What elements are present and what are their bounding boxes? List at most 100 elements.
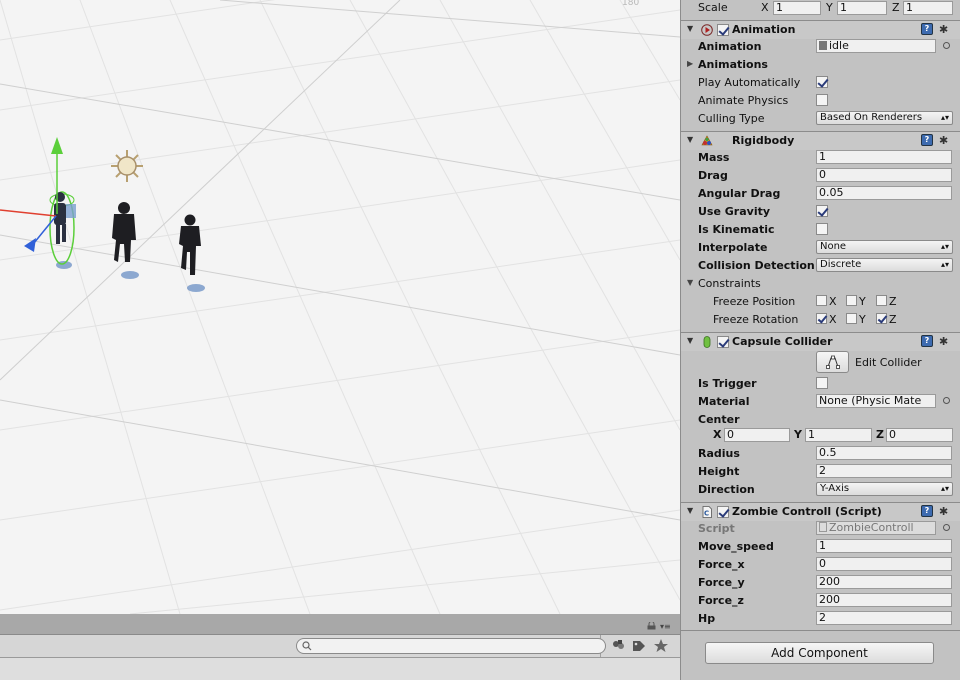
direction-value: Y-Axis (820, 483, 850, 494)
freeze-rotation-y-checkbox[interactable] (846, 313, 857, 324)
culling-type-label: Culling Type (698, 112, 765, 125)
hp-label: Hp (698, 612, 716, 625)
script-file-icon (819, 522, 827, 532)
angular-drag-row: Angular Drag 0.05 (681, 185, 960, 203)
script-enabled-checkbox[interactable] (717, 506, 729, 518)
gear-icon[interactable]: ✱ (939, 134, 948, 147)
culling-type-dropdown[interactable]: Based On Renderers ▴▾ (816, 111, 953, 125)
transform-scale-row: Scale X 1 Y 1 Z 1 (681, 0, 960, 18)
freeze-position-x-checkbox[interactable] (816, 295, 827, 306)
help-icon[interactable]: ? (921, 134, 933, 146)
help-icon[interactable]: ? (921, 505, 933, 517)
gear-icon[interactable]: ✱ (939, 335, 948, 348)
height-field[interactable]: 2 (816, 464, 952, 478)
scale-x-field[interactable]: 1 (773, 1, 821, 15)
force-y-field[interactable]: 200 (816, 575, 952, 589)
lock-icon[interactable] (647, 622, 656, 630)
hp-field[interactable]: 2 (816, 611, 952, 625)
foldout-arrow-icon[interactable]: ▼ (687, 24, 693, 33)
help-icon[interactable]: ? (921, 23, 933, 35)
hp-row: Hp 2 (681, 610, 960, 628)
freeze-rotation-label: Freeze Rotation (713, 313, 799, 326)
scale-y-field[interactable]: 1 (837, 1, 887, 15)
angular-drag-field[interactable]: 0.05 (816, 186, 952, 200)
freeze-rotation-z-checkbox[interactable] (876, 313, 887, 324)
animation-component-header[interactable]: ▼ Animation ? ✱ (681, 20, 960, 39)
freeze-rotation-y-label: Y (859, 313, 866, 326)
angular-drag-label: Angular Drag (698, 187, 781, 200)
center-x-field[interactable]: 0 (724, 428, 790, 442)
material-field[interactable]: None (Physic Mate (816, 394, 936, 408)
animation-clip-label: Animation (698, 40, 762, 53)
console-search-input[interactable] (296, 638, 606, 654)
collision-detection-label: Collision Detection (698, 259, 815, 272)
foldout-right-icon[interactable]: ▶ (687, 59, 693, 68)
foldout-arrow-icon[interactable]: ▼ (687, 278, 693, 287)
constraints-row[interactable]: ▼ Constraints (681, 275, 960, 293)
foldout-arrow-icon[interactable]: ▼ (687, 135, 693, 144)
scale-z-field[interactable]: 1 (903, 1, 953, 15)
filter-by-type-icon[interactable] (610, 637, 628, 653)
rigidbody-component-header[interactable]: ▼ Rigidbody ? ✱ (681, 131, 960, 150)
foldout-arrow-icon[interactable]: ▼ (687, 336, 693, 345)
edit-collider-button[interactable] (816, 351, 849, 373)
force-z-label: Force_z (698, 594, 744, 607)
foldout-arrow-icon[interactable]: ▼ (687, 506, 693, 515)
animations-foldout-row[interactable]: ▶ Animations (681, 56, 960, 74)
panel-menu-icon[interactable]: ▾≡ (660, 622, 671, 631)
animation-enabled-checkbox[interactable] (717, 24, 729, 36)
force-z-field[interactable]: 200 (816, 593, 952, 607)
console-panel: ▾≡ (0, 614, 680, 680)
zombie-selected (49, 191, 76, 265)
freeze-rotation-x-checkbox[interactable] (816, 313, 827, 324)
help-icon[interactable]: ? (921, 335, 933, 347)
center-xyz-row: X 0 Y 1 Z 0 (681, 427, 960, 445)
zombie-3 (179, 214, 201, 275)
direction-dropdown[interactable]: Y-Axis ▴▾ (816, 482, 953, 496)
center-y-field[interactable]: 1 (805, 428, 872, 442)
is-kinematic-checkbox[interactable] (816, 223, 828, 235)
use-gravity-checkbox[interactable] (816, 205, 828, 217)
object-picker-icon (943, 524, 950, 531)
freeze-position-x-label: X (829, 295, 837, 308)
script-component-header[interactable]: ▼ C Zombie Controll (Script) ? ✱ (681, 502, 960, 521)
interpolate-dropdown[interactable]: None ▴▾ (816, 240, 953, 254)
radius-field[interactable]: 0.5 (816, 446, 952, 460)
capsule-collider-header[interactable]: ▼ Capsule Collider ? ✱ (681, 332, 960, 351)
freeze-rotation-z-label: Z (889, 313, 897, 326)
mass-field[interactable]: 1 (816, 150, 952, 164)
material-label: Material (698, 395, 750, 408)
filter-by-label-icon[interactable] (630, 637, 648, 653)
animate-physics-row: Animate Physics (681, 92, 960, 110)
freeze-position-z-checkbox[interactable] (876, 295, 887, 306)
animation-clip-field[interactable]: idle (816, 39, 936, 53)
animations-label: Animations (698, 58, 768, 71)
rigidbody-icon (701, 135, 713, 146)
center-z-field[interactable]: 0 (886, 428, 953, 442)
object-picker-icon[interactable] (943, 42, 950, 49)
capsule-enabled-checkbox[interactable] (717, 336, 729, 348)
animate-physics-checkbox[interactable] (816, 94, 828, 106)
play-automatically-checkbox[interactable] (816, 76, 828, 88)
script-icon: C (702, 506, 712, 518)
scene-view[interactable]: 180 (0, 0, 680, 614)
is-trigger-checkbox[interactable] (816, 377, 828, 389)
force-x-field[interactable]: 0 (816, 557, 952, 571)
console-content (0, 658, 680, 680)
radius-label: Radius (698, 447, 740, 460)
force-y-label: Force_y (698, 576, 745, 589)
freeze-position-y-checkbox[interactable] (846, 295, 857, 306)
collision-detection-dropdown[interactable]: Discrete ▴▾ (816, 258, 953, 272)
collision-detection-value: Discrete (820, 259, 862, 270)
gear-icon[interactable]: ✱ (939, 23, 948, 36)
drag-field[interactable]: 0 (816, 168, 952, 182)
move-speed-field[interactable]: 1 (816, 539, 952, 553)
gear-icon[interactable]: ✱ (939, 505, 948, 518)
capsule-collider-title: Capsule Collider (732, 335, 833, 348)
drag-label: Drag (698, 169, 728, 182)
height-row: Height 2 (681, 463, 960, 481)
use-gravity-row: Use Gravity (681, 203, 960, 221)
object-picker-icon[interactable] (943, 397, 950, 404)
add-component-button[interactable]: Add Component (705, 642, 934, 664)
favorite-star-icon[interactable] (652, 637, 670, 653)
